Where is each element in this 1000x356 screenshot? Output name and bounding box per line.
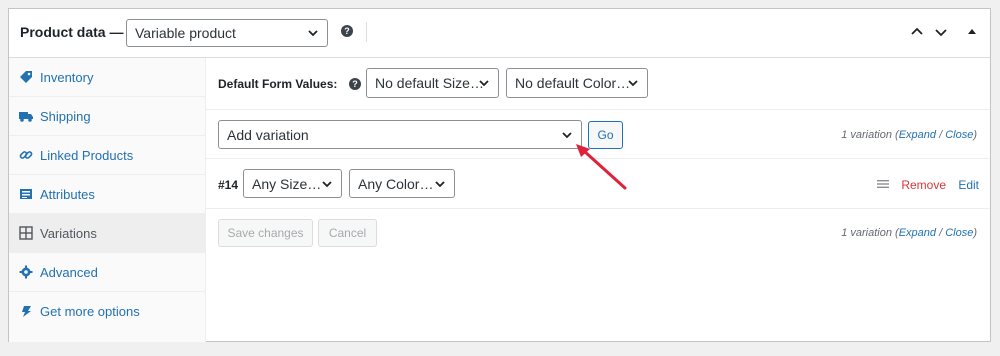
plugin-icon (22, 306, 31, 317)
cancel-button[interactable]: Cancel (318, 219, 377, 247)
variation-color-value: Any Color… (358, 175, 434, 192)
default-size-select[interactable]: No default Size… (366, 68, 499, 98)
add-variation-row: Add variation Go 1 variation (Expand / C… (206, 110, 990, 159)
variation-count: 1 variation (841, 227, 892, 239)
add-variation-select[interactable]: Add variation (218, 120, 582, 149)
product-type-select[interactable]: Variable product (126, 19, 328, 47)
chevron-up-icon[interactable] (910, 25, 924, 39)
help-icon[interactable]: ? (349, 78, 361, 90)
add-variation-value: Add variation (227, 126, 309, 143)
sidebar-item-label: Attributes (40, 187, 95, 202)
default-size-value: No default Size… (375, 75, 484, 91)
header-divider (366, 22, 367, 42)
chevron-down-icon (322, 180, 332, 187)
close-link[interactable]: Close (945, 129, 973, 141)
truck-icon (19, 112, 33, 122)
default-color-select[interactable]: No default Color… (506, 68, 648, 98)
chevron-down-icon (308, 30, 318, 37)
product-data-panel: Product data — Variable product ? Invent… (8, 8, 991, 342)
expand-close-separator: / (939, 227, 943, 239)
sidebar-item-attributes[interactable]: Attributes (9, 175, 205, 214)
chevron-down-icon[interactable] (934, 25, 948, 39)
product-data-tabs: Inventory Shipping Linked Products Attri… (9, 58, 206, 342)
sidebar-item-inventory[interactable]: Inventory (9, 58, 205, 97)
variation-size-select[interactable]: Any Size… (243, 169, 342, 198)
list-icon (20, 189, 32, 199)
gear-icon (19, 265, 33, 279)
remove-variation-link[interactable]: Remove (901, 178, 946, 192)
edit-variation-link[interactable]: Edit (958, 178, 979, 192)
sidebar-item-get-more-options[interactable]: Get more options (9, 292, 205, 331)
default-color-value: No default Color… (515, 75, 631, 91)
chevron-down-icon (479, 80, 489, 87)
variation-count-meta: 1 variation (Expand / Close) (841, 227, 977, 239)
variation-color-select[interactable]: Any Color… (349, 169, 455, 198)
drag-handle-icon[interactable] (877, 179, 889, 189)
sidebar-item-label: Linked Products (40, 148, 134, 163)
tag-icon (20, 71, 32, 83)
chevron-down-icon (628, 80, 638, 87)
variations-panel: Default Form Values: ? No default Size… … (206, 58, 990, 341)
chevron-down-icon (435, 180, 445, 187)
variation-count-meta: 1 variation (Expand / Close) (841, 129, 977, 141)
expand-link[interactable]: Expand (899, 129, 936, 141)
grid-icon (19, 226, 33, 240)
sidebar-item-label: Shipping (40, 109, 91, 124)
close-link[interactable]: Close (945, 227, 973, 239)
sidebar-item-variations[interactable]: Variations (9, 214, 205, 253)
sidebar-item-label: Variations (40, 226, 97, 241)
variation-size-value: Any Size… (252, 175, 322, 192)
chevron-down-icon (562, 131, 572, 138)
sidebar-item-label: Get more options (40, 304, 140, 319)
sidebar-item-shipping[interactable]: Shipping (9, 97, 205, 136)
variation-count: 1 variation (841, 129, 892, 141)
panel-title: Product data — (20, 24, 124, 40)
go-button[interactable]: Go (588, 121, 623, 149)
sidebar-item-label: Inventory (40, 70, 94, 85)
sidebar-item-linked-products[interactable]: Linked Products (9, 136, 205, 175)
link-icon (19, 151, 33, 159)
expand-link[interactable]: Expand (899, 227, 936, 239)
expand-close-separator: / (939, 129, 943, 141)
save-changes-button[interactable]: Save changes (218, 219, 313, 247)
save-row: Save changes Cancel 1 variation (Expand … (206, 209, 990, 259)
help-icon[interactable]: ? (341, 25, 353, 37)
product-type-value: Variable product (135, 25, 236, 41)
collapse-toggle-icon[interactable] (965, 25, 979, 39)
default-form-values-row: Default Form Values: ? No default Size… … (206, 58, 990, 110)
sidebar-item-advanced[interactable]: Advanced (9, 253, 205, 292)
variation-number: #14 (218, 178, 239, 192)
variation-row: #14 Any Size… Any Color… Remove Edit (206, 159, 990, 209)
default-form-values-label: Default Form Values: (218, 77, 338, 91)
panel-header: Product data — Variable product ? (9, 9, 990, 58)
sidebar-item-label: Advanced (40, 265, 98, 280)
